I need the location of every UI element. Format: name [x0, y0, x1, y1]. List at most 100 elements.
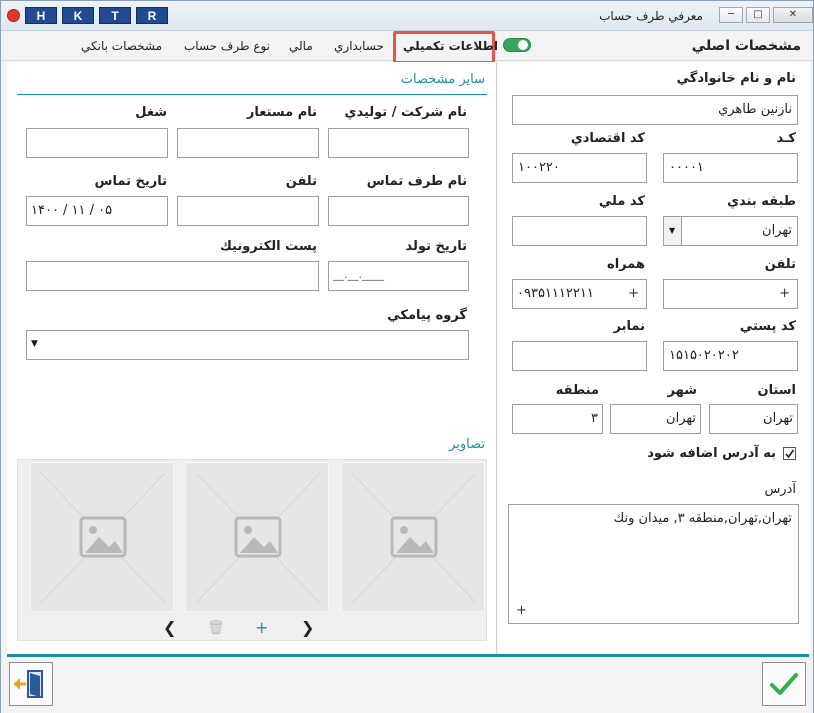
add-to-address-checkbox[interactable] — [783, 447, 796, 460]
r-button[interactable]: R — [136, 7, 168, 24]
tab-bank-info[interactable]: مشخصات بانكي — [81, 39, 162, 53]
title-bar: H K T R معرفي طرف حساب ─ □ ✕ — [1, 1, 813, 31]
email-input[interactable] — [26, 261, 319, 291]
tab-account-type[interactable]: نوع طرف حساب — [184, 39, 270, 53]
phone-label: تلفن — [764, 257, 796, 272]
category-label: طبقه بندي — [727, 194, 796, 209]
contact-date-label: تاريخ تماس — [94, 174, 167, 189]
mobile-value: ۰۹۳۵۱۱۱۲۲۱۱ — [517, 286, 594, 301]
city-value: تهران — [666, 411, 696, 426]
contact-date-value: ۱۴۰۰ / ۱۱ / ۰۵ — [31, 203, 113, 218]
fax-label: نمابر — [613, 319, 645, 334]
address-label: آدرس — [764, 482, 796, 497]
tab-main-info[interactable]: مشخصات اصلي — [692, 38, 801, 54]
image-slot-1[interactable] — [341, 462, 485, 612]
app-icon — [7, 9, 20, 22]
mobile-prefix: + — [628, 286, 639, 301]
dropdown-arrow-icon: ▼ — [669, 226, 676, 235]
close-button[interactable]: ✕ — [773, 7, 813, 23]
chevron-left-icon[interactable]: ❮ — [163, 618, 176, 637]
birth-date-mask: __.__.____ — [333, 268, 384, 281]
economic-code-label: كد اقتصادي — [570, 131, 645, 146]
image-placeholder-icon — [195, 472, 321, 604]
company-label: نام شركت / توليدي — [344, 105, 467, 120]
address-add[interactable]: + — [516, 603, 527, 618]
economic-code-value: ۱۰۰۲۲۰ — [518, 160, 560, 175]
fax-input[interactable] — [512, 341, 647, 371]
mobile-input[interactable]: ۰۹۳۵۱۱۱۲۲۱۱ + — [512, 279, 647, 309]
fullname-label: نام و نام خانوادگي — [676, 71, 796, 86]
phone-input[interactable]: + — [663, 279, 798, 309]
minimize-button[interactable]: ─ — [719, 7, 743, 23]
t-button[interactable]: T — [99, 7, 131, 24]
exit-button[interactable] — [9, 662, 53, 706]
window-title: معرفي طرف حساب — [599, 9, 703, 23]
confirm-button[interactable] — [762, 662, 806, 706]
job-input[interactable] — [26, 128, 168, 158]
plus-icon[interactable]: + — [255, 618, 268, 637]
tab-accounting[interactable]: حسابداري — [334, 39, 384, 53]
address-value: تهران,تهران,منطقه ۳, ميدان ونك — [613, 511, 793, 526]
province-label: استان — [757, 383, 796, 398]
toggle-knob — [518, 40, 528, 50]
national-code-label: كد ملي — [598, 194, 645, 209]
phone-prefix: + — [779, 286, 790, 301]
maximize-button[interactable]: □ — [746, 7, 770, 23]
images-title: تصاوير — [449, 437, 485, 452]
city-input[interactable]: تهران — [610, 404, 701, 434]
category-select[interactable]: ▼ تهران — [663, 216, 798, 246]
checkmark-icon — [785, 449, 795, 459]
job-label: شغل — [135, 105, 167, 120]
mobile-label: همراه — [607, 257, 645, 272]
birth-date-input[interactable]: __.__.____ — [328, 261, 469, 291]
postal-code-value: ۱۵۱۵۰۲۰۲۰۲ — [669, 348, 739, 363]
alias-input[interactable] — [177, 128, 319, 158]
code-label: كـد — [776, 131, 796, 146]
province-input[interactable]: تهران — [709, 404, 798, 434]
economic-code-input[interactable]: ۱۰۰۲۲۰ — [512, 153, 647, 183]
contact-phone-label: تلفن — [285, 174, 317, 189]
other-info-divider — [17, 94, 487, 95]
alias-label: نام مستعار — [246, 105, 317, 120]
chevron-right-icon[interactable]: ❯ — [301, 618, 314, 637]
code-input[interactable]: ۰۰۰۰۱ — [663, 153, 798, 183]
district-input[interactable]: ۳ — [512, 404, 603, 434]
window: H K T R معرفي طرف حساب ─ □ ✕ اطلاعات تكم… — [0, 0, 814, 713]
province-value: تهران — [763, 411, 793, 426]
image-placeholder-icon — [40, 472, 166, 604]
district-label: منطقه — [555, 383, 599, 398]
image-slot-2[interactable] — [185, 462, 329, 612]
contact-phone-input[interactable] — [177, 196, 319, 226]
postal-code-input[interactable]: ۱۵۱۵۰۲۰۲۰۲ — [663, 341, 798, 371]
tab-financial[interactable]: مالي — [289, 39, 313, 53]
birth-date-label: تاريخ تولد — [405, 239, 467, 254]
contact-date-input[interactable]: ۱۴۰۰ / ۱۱ / ۰۵ — [26, 196, 168, 226]
h-button[interactable]: H — [25, 7, 57, 24]
fullname-value: نازنين طاهري — [718, 102, 792, 117]
city-label: شهر — [667, 383, 697, 398]
national-code-input[interactable] — [512, 216, 647, 246]
k-button[interactable]: K — [62, 7, 94, 24]
bottom-bar — [1, 657, 813, 713]
postal-code-label: كد پستي — [739, 319, 796, 334]
checkmark-icon — [770, 673, 798, 695]
image-placeholder-icon — [351, 472, 477, 604]
sms-group-select[interactable]: ▼ — [26, 330, 469, 360]
other-info-title: ساير مشخصات — [400, 72, 485, 87]
contact-name-label: نام طرف تماس — [366, 174, 467, 189]
email-label: پست الكترونيك — [219, 239, 317, 254]
tab-extra-info[interactable]: اطلاعات تكميلي — [403, 39, 498, 53]
contact-name-input[interactable] — [328, 196, 469, 226]
company-input[interactable] — [328, 128, 469, 158]
address-textarea[interactable]: تهران,تهران,منطقه ۳, ميدان ونك + — [508, 504, 799, 624]
sms-group-label: گروه پيامكي — [387, 308, 467, 323]
fullname-input[interactable]: نازنين طاهري — [512, 95, 798, 125]
dropdown-arrow-icon: ▼ — [31, 339, 38, 349]
district-value: ۳ — [591, 411, 598, 426]
add-to-address-label: به آدرس اضافه شود — [647, 446, 776, 461]
code-value: ۰۰۰۰۱ — [669, 160, 704, 175]
category-value: تهران — [762, 223, 792, 238]
exit-door-icon — [14, 670, 43, 698]
trash-icon[interactable]: 🗑 — [207, 620, 225, 636]
image-slot-3[interactable] — [30, 462, 174, 612]
